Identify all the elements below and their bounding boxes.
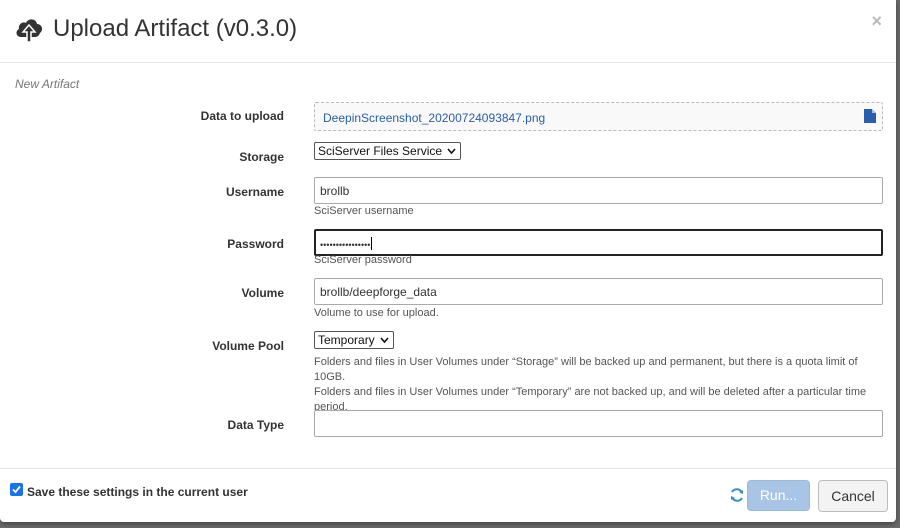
chevron-down-icon <box>380 337 389 344</box>
username-help: SciServer username <box>314 205 414 217</box>
run-button[interactable]: Run... <box>747 480 810 511</box>
password-masked-value: •••••••••••••••• <box>320 240 371 250</box>
file-icon[interactable] <box>864 109 876 123</box>
data-to-upload-label: Data to upload <box>200 109 284 123</box>
close-icon[interactable]: × <box>871 11 882 32</box>
cancel-button[interactable]: Cancel <box>818 480 888 512</box>
storage-selected-value: SciServer Files Service <box>318 144 443 158</box>
storage-label: Storage <box>239 150 284 164</box>
dialog-subtitle: New Artifact <box>15 77 80 91</box>
save-settings-label[interactable]: Save these settings in the current user <box>27 485 248 499</box>
username-input[interactable]: brollb <box>314 177 883 204</box>
volume-pool-help-line1: Folders and files in User Volumes under … <box>314 356 858 383</box>
volume-label: Volume <box>241 286 284 300</box>
volume-help: Volume to use for upload. <box>314 307 439 319</box>
password-help: SciServer password <box>314 254 412 266</box>
file-drop-field[interactable]: DeepinScreenshot_20200724093847.png <box>314 102 883 131</box>
upload-artifact-dialog: Upload Artifact (v0.3.0) × New Artifact … <box>0 0 896 522</box>
data-type-label: Data Type <box>227 418 284 432</box>
username-label: Username <box>225 185 284 199</box>
volume-pool-select[interactable]: Temporary <box>314 331 394 349</box>
cloud-upload-icon <box>16 19 43 43</box>
password-label: Password <box>227 237 284 251</box>
save-settings-checkbox[interactable] <box>10 483 23 496</box>
selected-filename[interactable]: DeepinScreenshot_20200724093847.png <box>323 111 545 125</box>
volume-input[interactable]: brollb/deepforge_data <box>314 278 883 305</box>
dialog-header: Upload Artifact (v0.3.0) × <box>0 0 896 63</box>
checkmark-icon <box>12 485 21 494</box>
dialog-title: Upload Artifact (v0.3.0) <box>53 15 298 42</box>
volume-pool-help: Folders and files in User Volumes under … <box>314 355 886 415</box>
data-type-input[interactable] <box>314 410 883 437</box>
password-input[interactable]: •••••••••••••••• <box>314 229 883 256</box>
chevron-down-icon <box>447 148 456 155</box>
volume-pool-label: Volume Pool <box>212 339 284 353</box>
storage-select[interactable]: SciServer Files Service <box>314 142 462 160</box>
volume-pool-selected-value: Temporary <box>318 333 375 347</box>
refresh-icon[interactable] <box>729 487 745 503</box>
text-caret <box>371 237 373 250</box>
